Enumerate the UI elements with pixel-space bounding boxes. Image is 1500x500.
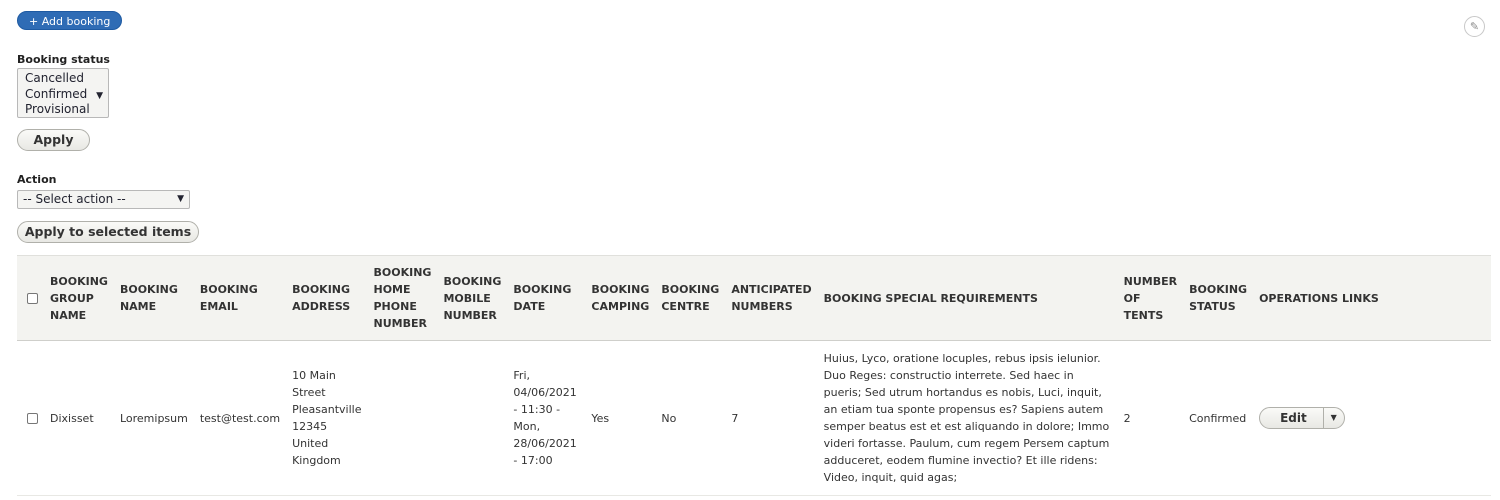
- booking-status-select[interactable]: Cancelled Confirmed Provisional ▼: [17, 68, 109, 118]
- add-booking-button[interactable]: + Add booking: [17, 11, 123, 30]
- select-all-checkbox[interactable]: [27, 293, 38, 304]
- row-select-cell: [17, 341, 44, 496]
- operations-dropbutton: Edit ▼: [1259, 407, 1345, 429]
- cell-mobile: [437, 341, 507, 496]
- cell-tents: 2: [1123, 411, 1131, 425]
- edit-page-button[interactable]: ✎: [1464, 16, 1485, 37]
- cell-home-phone: [368, 341, 438, 496]
- header-operations: OPERATIONS LINKS: [1259, 291, 1379, 305]
- pencil-icon: ✎: [1469, 20, 1480, 33]
- chevron-down-icon: ▼: [177, 194, 184, 204]
- cell-status: Confirmed: [1189, 411, 1247, 425]
- header-tents[interactable]: NUMBER OF TENTS: [1118, 256, 1183, 341]
- cell-email: test@test.com: [199, 411, 281, 425]
- cell-special-requirements: Huius, Lyco, oratione locuples, rebus ip…: [823, 352, 1110, 484]
- chevron-down-icon: ▼: [96, 91, 103, 101]
- operations-toggle[interactable]: ▼: [1322, 408, 1344, 428]
- cell-name: Loremipsum: [119, 411, 188, 425]
- header-camping[interactable]: BOOKING CAMPING: [585, 256, 655, 341]
- cell-anticipated: 7: [731, 411, 739, 425]
- header-date[interactable]: BOOKING DATE: [507, 256, 585, 341]
- chevron-down-icon: ▼: [1330, 413, 1337, 422]
- header-mobile[interactable]: BOOKING MOBILE NUMBER: [437, 256, 507, 341]
- header-email[interactable]: BOOKING EMAIL: [194, 256, 286, 341]
- bookings-table: BOOKING GROUP NAME BOOKING NAME BOOKING …: [17, 255, 1491, 496]
- header-name[interactable]: BOOKING NAME: [114, 256, 194, 341]
- header-anticipated[interactable]: ANTICIPATED NUMBERS: [725, 256, 817, 341]
- header-centre[interactable]: BOOKING CENTRE: [655, 256, 725, 341]
- header-status[interactable]: BOOKING STATUS: [1183, 256, 1253, 341]
- action-label: Action: [17, 173, 57, 186]
- row-checkbox[interactable]: [27, 413, 38, 424]
- cell-date: Fri, 04/06/2021 - 11:30 - Mon, 28/06/202…: [513, 369, 577, 467]
- header-address[interactable]: BOOKING ADDRESS: [286, 256, 367, 341]
- table-row: Dixisset Loremipsum test@test.com 10 Mai…: [17, 341, 1491, 496]
- header-special-requirements[interactable]: BOOKING SPECIAL REQUIREMENTS: [818, 256, 1118, 341]
- cell-operations: Edit ▼: [1253, 341, 1491, 496]
- table-header-row: BOOKING GROUP NAME BOOKING NAME BOOKING …: [17, 255, 1491, 341]
- cell-camping: Yes: [591, 411, 610, 425]
- cell-group-name: Dixisset: [50, 411, 94, 425]
- action-select[interactable]: -- Select action -- ▼: [17, 190, 190, 209]
- booking-status-label: Booking status: [17, 53, 110, 66]
- cell-address: 10 Main Street Pleasantville 12345 Unite…: [292, 369, 362, 467]
- header-group-name[interactable]: BOOKING GROUP NAME: [44, 256, 114, 341]
- apply-to-selected-button[interactable]: Apply to selected items: [17, 221, 199, 243]
- cell-centre: No: [661, 411, 677, 425]
- select-all-cell: [17, 256, 44, 341]
- header-home-phone[interactable]: BOOKING HOME PHONE NUMBER: [368, 256, 438, 341]
- status-option-cancelled[interactable]: Cancelled: [25, 71, 108, 87]
- action-selected-value: -- Select action --: [23, 192, 126, 206]
- edit-button[interactable]: Edit: [1260, 408, 1323, 428]
- apply-filter-button[interactable]: Apply: [17, 129, 90, 151]
